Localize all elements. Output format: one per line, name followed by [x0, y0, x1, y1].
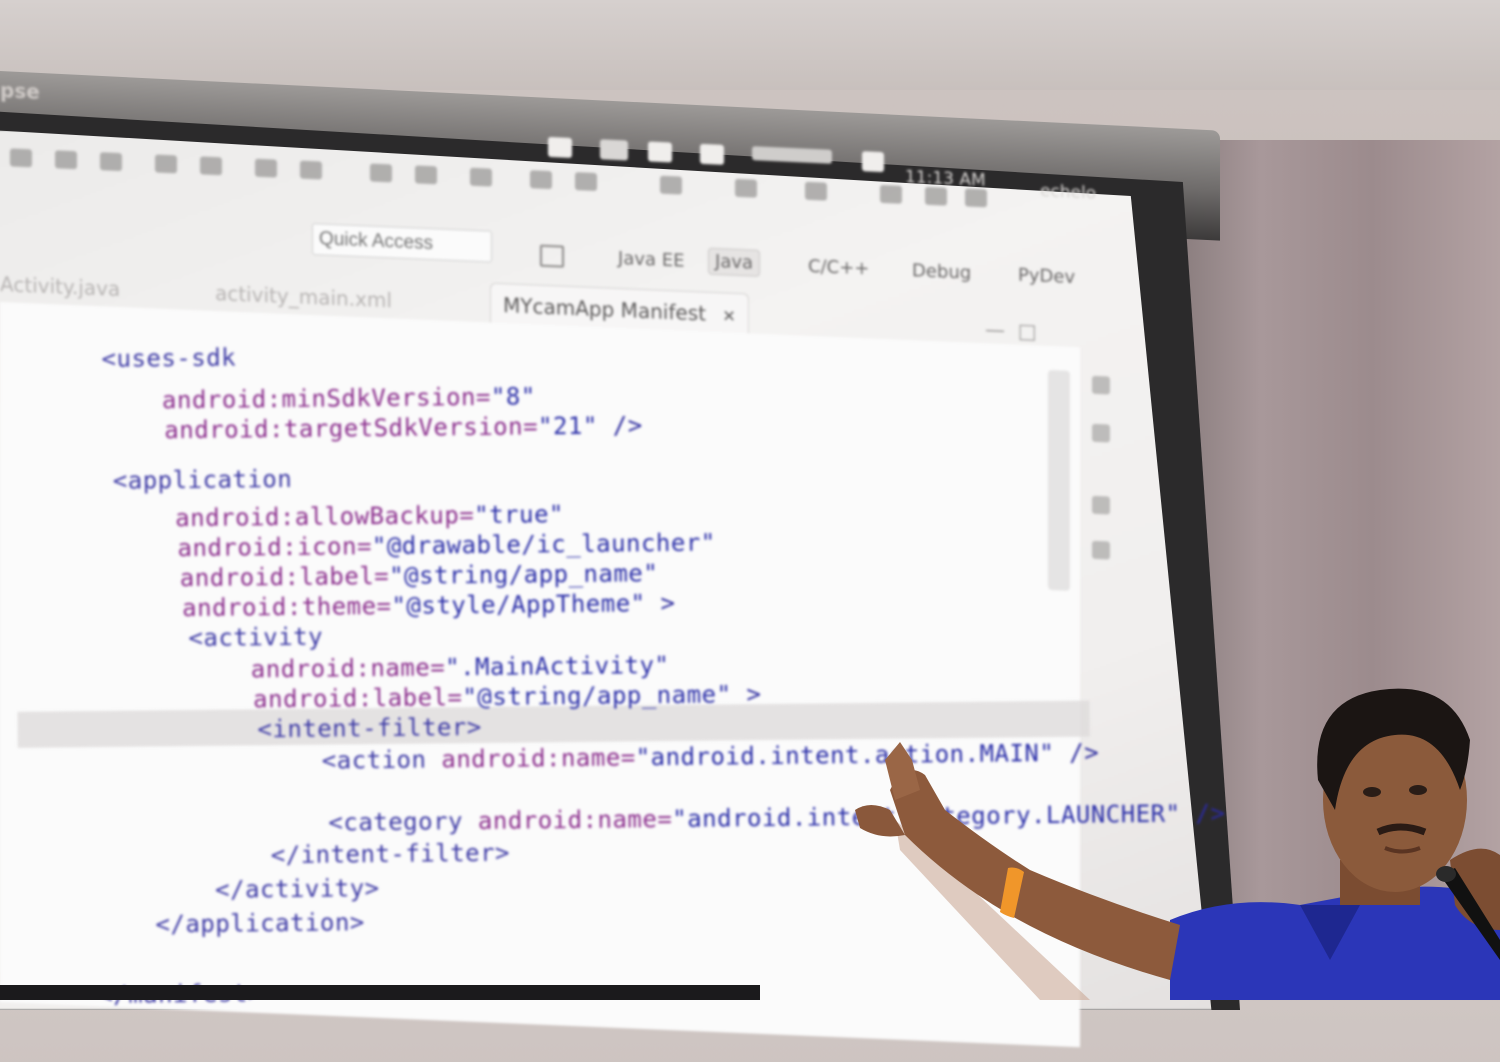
next-annotation-icon[interactable] — [965, 188, 987, 208]
quick-access-input[interactable] — [312, 223, 492, 263]
forward-icon[interactable] — [925, 186, 947, 206]
save-icon[interactable] — [55, 150, 77, 170]
run-icon[interactable] — [415, 165, 437, 185]
new-icon[interactable] — [10, 148, 32, 168]
close-icon[interactable]: ✕ — [722, 306, 735, 326]
lint-icon[interactable] — [255, 158, 277, 178]
search-icon[interactable] — [660, 175, 682, 195]
perspective-debug[interactable]: Debug — [912, 260, 971, 283]
sdk-manager-icon[interactable] — [155, 154, 177, 174]
print-icon[interactable] — [100, 152, 122, 172]
external-tools-icon[interactable] — [470, 167, 492, 187]
minimize-maximize-icons[interactable]: — □ — [985, 317, 1037, 343]
perspective-cpp[interactable]: C/C++ — [808, 256, 869, 280]
perspective-pydev[interactable]: PyDev — [1018, 265, 1075, 288]
back-icon[interactable] — [880, 184, 902, 204]
problems-icon[interactable] — [1092, 540, 1110, 560]
new-java-class-icon[interactable] — [575, 172, 597, 192]
open-type-icon[interactable] — [735, 178, 757, 198]
tab-activity-java[interactable]: Activity.java — [0, 266, 120, 307]
debug-icon[interactable] — [370, 163, 392, 183]
pin-icon[interactable] — [805, 181, 827, 201]
avd-manager-icon[interactable] — [200, 156, 222, 176]
new-java-package-icon[interactable] — [530, 170, 552, 190]
editor-scrollbar[interactable] — [1048, 369, 1070, 591]
task-list-icon[interactable] — [1092, 495, 1110, 515]
laptop-edge — [0, 985, 760, 1000]
restore-icon[interactable] — [1092, 375, 1110, 395]
new-android-project-icon[interactable] — [300, 160, 322, 180]
perspective-java[interactable]: Java — [708, 247, 761, 277]
outline-icon[interactable] — [1092, 423, 1110, 443]
open-perspective-icon[interactable] — [540, 244, 564, 268]
perspective-java-ee[interactable]: Java EE — [618, 248, 685, 272]
app-title: pse — [0, 78, 40, 104]
ceiling — [0, 0, 1500, 90]
tab-manifest-label: MYcamApp Manifest — [503, 293, 706, 326]
